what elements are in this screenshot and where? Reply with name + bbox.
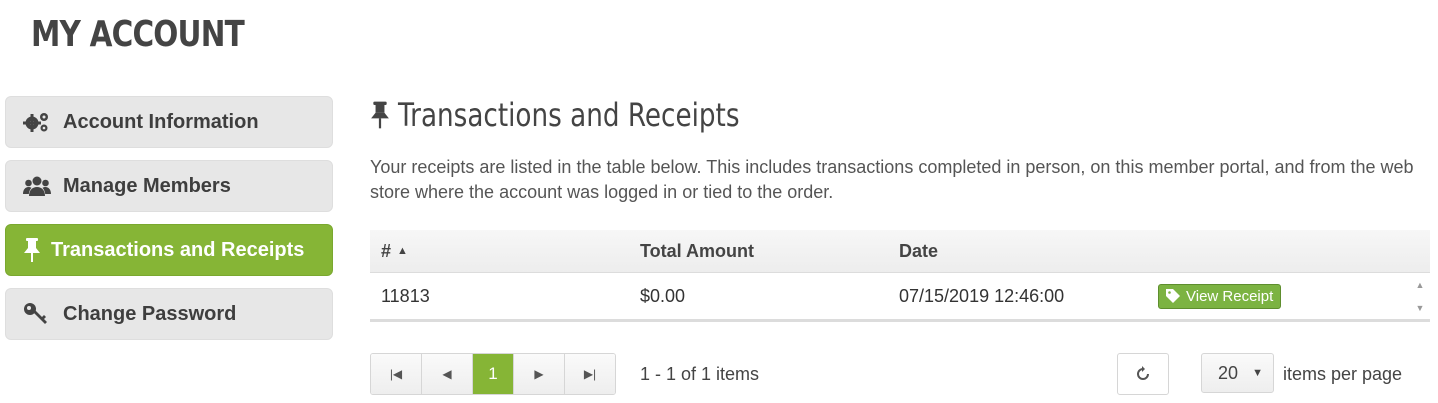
tag-icon	[1166, 289, 1180, 303]
next-page-button[interactable]: ▶	[514, 354, 565, 394]
pushpin-icon	[23, 238, 45, 262]
scroll-up-icon[interactable]: ▲	[1416, 280, 1425, 290]
last-page-button[interactable]: ▶|	[565, 354, 615, 394]
view-receipt-button[interactable]: View Receipt	[1158, 283, 1282, 309]
last-page-icon: ▶|	[583, 367, 597, 381]
cell-date: 07/15/2019 12:46:00	[899, 285, 1065, 306]
refresh-icon	[1135, 366, 1151, 382]
pushpin-icon	[370, 101, 398, 129]
sidebar-item-label: Change Password	[63, 302, 237, 325]
table-header: # ▲ Total Amount Date	[370, 230, 1430, 273]
sidebar-item-account-information[interactable]: Account Information	[5, 96, 333, 148]
pagination: |◀ ◀ 1 ▶ ▶|	[370, 353, 616, 395]
sidebar-item-label: Manage Members	[63, 174, 231, 197]
users-icon	[23, 174, 53, 198]
first-page-button[interactable]: |◀	[371, 354, 422, 394]
items-per-page-label: items per page	[1283, 364, 1403, 384]
sidebar-item-label: Transactions and Receipts	[51, 238, 305, 261]
account-sidebar: Account Information Manage Members Trans…	[5, 96, 333, 352]
sidebar-item-transactions-and-receipts[interactable]: Transactions and Receipts	[5, 224, 333, 276]
previous-page-icon: ◀	[442, 367, 452, 381]
sort-ascending-icon: ▲	[397, 244, 408, 257]
page-button-current[interactable]: 1	[473, 354, 514, 394]
first-page-icon: |◀	[389, 367, 403, 381]
sidebar-item-label: Account Information	[63, 110, 259, 133]
section-heading: Transactions and Receipts	[370, 96, 814, 134]
page-title: MY ACCOUNT	[31, 14, 245, 55]
cell-number: 11813	[381, 285, 430, 306]
cell-amount: $0.00	[640, 285, 686, 306]
intro-text: Your receipts are listed in the table be…	[370, 157, 1414, 202]
table-row: 11813 $0.00 07/15/2019 12:46:00 View Rec…	[370, 273, 1430, 319]
page-size-select[interactable]: 20 ▼	[1201, 353, 1274, 393]
table-scrollbar[interactable]: ▲ ▼	[1410, 273, 1430, 319]
column-header-number[interactable]: # ▲	[370, 241, 629, 262]
gears-icon	[23, 110, 53, 134]
previous-page-button[interactable]: ◀	[422, 354, 473, 394]
column-header-total-amount[interactable]: Total Amount	[629, 241, 888, 262]
sidebar-item-change-password[interactable]: Change Password	[5, 288, 333, 340]
section-title: Transactions and Receipts	[398, 96, 740, 134]
next-page-icon: ▶	[534, 367, 544, 381]
column-header-date[interactable]: Date	[888, 241, 1147, 262]
page-size-value: 20	[1218, 362, 1239, 383]
chevron-down-icon: ▼	[1252, 367, 1263, 379]
transactions-table: # ▲ Total Amount Date 11813 $0.00 07/15/2…	[370, 230, 1430, 322]
key-icon	[23, 302, 53, 326]
view-receipt-label: View Receipt	[1186, 287, 1274, 305]
refresh-button[interactable]	[1117, 353, 1169, 395]
scroll-down-icon[interactable]: ▼	[1416, 303, 1425, 313]
pager-info: 1 - 1 of 1 items	[640, 364, 760, 384]
sidebar-item-manage-members[interactable]: Manage Members	[5, 160, 333, 212]
